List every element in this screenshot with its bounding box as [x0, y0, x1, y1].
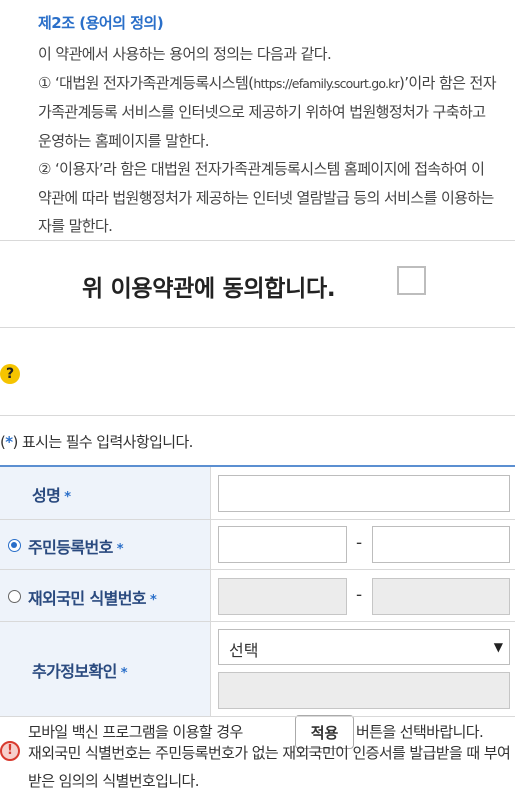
extra-info-input[interactable]: [218, 672, 510, 709]
foreign-id-front-input[interactable]: [218, 578, 347, 615]
required-star-icon: *: [120, 666, 128, 681]
name-input[interactable]: [218, 475, 510, 512]
rrn-separator: -: [356, 533, 363, 553]
foreign-id-back-input[interactable]: [372, 578, 510, 615]
agree-checkbox[interactable]: [397, 266, 426, 295]
rrn-front-input[interactable]: [218, 526, 347, 563]
triangle-down-icon: ▼: [493, 640, 503, 654]
rrn-label-text: 주민등록번호: [28, 538, 113, 557]
required-star-icon: *: [5, 433, 13, 451]
terms-item-2: ② ‘이용자’라 함은 대법원 전자가족관계등록시스템 홈페이지에 접속하여 이…: [38, 160, 494, 235]
divider: [0, 415, 515, 416]
foreign-id-radio[interactable]: [8, 590, 21, 603]
foreign-id-label: 재외국민 식별번호 *: [28, 585, 157, 609]
required-star-icon: *: [149, 593, 157, 608]
terms-intro: 이 약관에서 사용하는 용어의 정의는 다음과 같다.: [38, 45, 332, 63]
name-label-text: 성명: [32, 486, 61, 505]
name-label: 성명 *: [32, 482, 71, 506]
form-row-foreign-id: 재외국민 식별번호 * -: [0, 570, 515, 622]
article-title: 제2조 (용어의 정의): [38, 14, 164, 32]
required-star-icon: *: [64, 490, 71, 505]
agree-label: 위 이용약관에 동의합니다.: [82, 276, 336, 302]
terms-scroll-area[interactable]: 제2조 (용어의 정의) 이 약관에서 사용하는 용어의 정의는 다음과 같다.…: [0, 0, 515, 240]
extra-info-select[interactable]: 선택 ▼: [218, 629, 510, 665]
vaccine-notice: 모바일 백신 프로그램을 이용할 경우 적용 버튼을 선택바랍니다.: [0, 355, 515, 749]
form-row-rrn: 주민등록번호 * -: [0, 520, 515, 570]
form-row-name: 성명 *: [0, 467, 515, 520]
rrn-radio[interactable]: [8, 539, 21, 552]
extra-info-label: 추가정보확인 *: [32, 658, 128, 682]
foreign-id-label-text: 재외국민 식별번호: [28, 589, 147, 608]
required-star-icon: *: [116, 542, 124, 557]
foreign-id-notice: 재외국민 식별번호는 주민등록번호가 없는 재외국민이 인증서를 발급받을 때 …: [28, 744, 511, 790]
terms-url: https://efamily.scourt.go.kr: [253, 75, 399, 91]
form-bottom-border: [0, 716, 515, 717]
terms-item-1-pre: ① ‘대법원 전자가족관계등록시스템(: [38, 73, 254, 92]
divider: [0, 327, 515, 328]
rrn-label: 주민등록번호 *: [28, 534, 124, 558]
foreign-id-separator: -: [356, 585, 363, 605]
required-note-text: ) 표시는 필수 입력사항입니다.: [12, 433, 194, 451]
extra-info-label-text: 추가정보확인: [32, 662, 117, 681]
terms-body: 이 약관에서 사용하는 용어의 정의는 다음과 같다. ① ‘대법원 전자가족관…: [38, 40, 500, 240]
terms-item-1: ① ‘대법원 전자가족관계등록시스템(https://efamily.scour…: [38, 69, 500, 156]
divider: [0, 240, 515, 241]
required-note: (*) 표시는 필수 입력사항입니다.: [0, 431, 193, 452]
exclamation-icon: !: [0, 741, 20, 761]
rrn-back-input[interactable]: [372, 526, 510, 563]
extra-info-select-value: 선택: [229, 641, 259, 660]
